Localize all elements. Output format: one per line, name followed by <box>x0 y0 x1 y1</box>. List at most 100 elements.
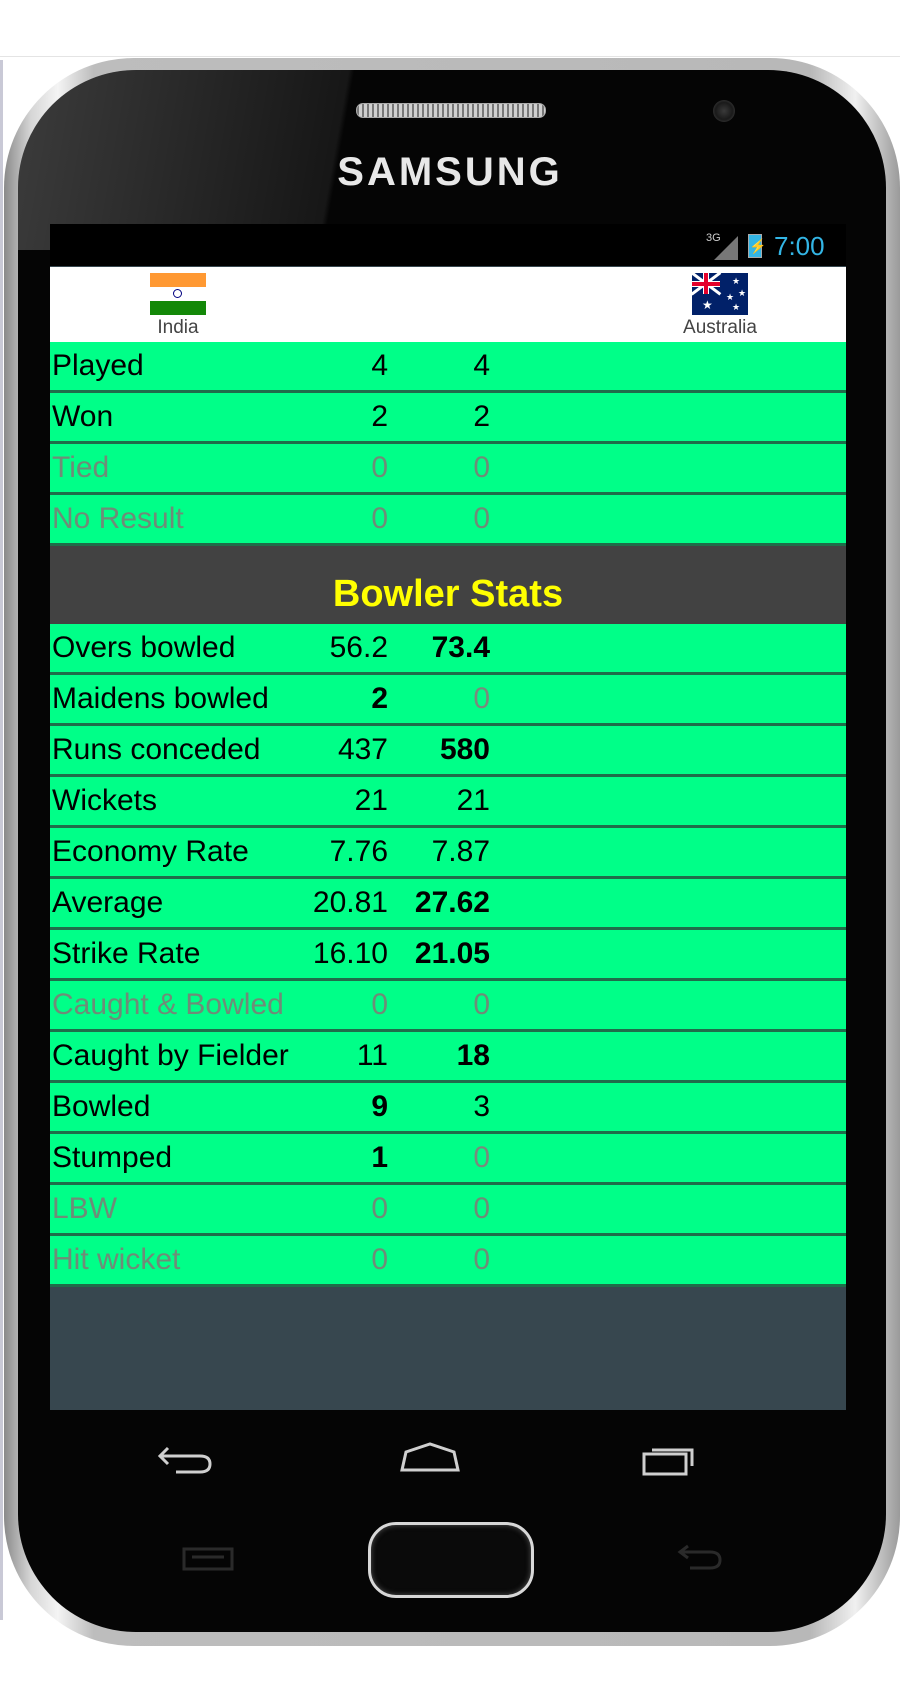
team1-value: 11 <box>356 1039 388 1072</box>
stat-label: Tied <box>52 451 110 484</box>
team1-value: 2 <box>371 400 388 433</box>
signal-strength-icon <box>714 236 738 260</box>
stat-label: Caught & Bowled <box>52 988 284 1021</box>
stat-row-bowled: Bowled 9 3 <box>50 1083 846 1134</box>
team1-value: 2 <box>371 682 388 715</box>
team1-value: 0 <box>371 1243 388 1276</box>
stat-row-hit-wicket: Hit wicket 0 0 <box>50 1236 846 1287</box>
hardware-back-key[interactable] <box>676 1538 726 1574</box>
team2-value: 0 <box>473 988 490 1021</box>
earpiece-speaker <box>356 103 546 118</box>
team2-value: 0 <box>473 1192 490 1225</box>
stat-row-average: Average 20.81 27.62 <box>50 879 846 930</box>
stat-label: Average <box>52 886 164 919</box>
team1-value: 437 <box>337 733 388 766</box>
stat-label: Bowled <box>52 1090 151 1123</box>
team1-value: 1 <box>371 1141 388 1174</box>
team1-value: 16.10 <box>312 937 388 970</box>
team1-value: 21 <box>354 784 388 817</box>
stat-row-maidens-bowled: Maidens bowled 2 0 <box>50 675 846 726</box>
team2-value: 2 <box>473 400 490 433</box>
team2-tab[interactable]: ★ ★ ★ ★ ★ Australia <box>670 273 770 339</box>
stat-label: Runs conceded <box>52 733 261 766</box>
stat-label: Strike Rate <box>52 937 201 970</box>
team2-value: 73.4 <box>431 631 490 664</box>
team2-value: 580 <box>439 733 490 766</box>
status-clock: 7:00 <box>774 231 825 261</box>
status-bar: 3G ⚡ 7:00 <box>50 224 846 266</box>
team2-value: 0 <box>473 502 490 535</box>
stat-row-lbw: LBW 0 0 <box>50 1185 846 1236</box>
stat-row-tied: Tied 0 0 <box>50 444 846 495</box>
home-button[interactable] <box>390 1432 470 1488</box>
team-header: India ★ ★ ★ ★ ★ Australia <box>50 267 846 342</box>
stat-row-stumped: Stumped 1 0 <box>50 1134 846 1185</box>
stat-row-strike-rate: Strike Rate 16.10 21.05 <box>50 930 846 981</box>
menu-icon <box>182 1547 234 1571</box>
stat-row-played: Played 4 4 <box>50 342 846 393</box>
stat-label: Wickets <box>52 784 157 817</box>
back-button[interactable] <box>148 1432 228 1488</box>
stat-row-overs-bowled: Overs bowled 56.2 73.4 <box>50 624 846 675</box>
stat-label: Played <box>52 349 144 382</box>
back-icon <box>157 1446 212 1474</box>
signal-icon: 3G <box>706 232 742 260</box>
background-strip <box>0 60 3 1620</box>
australia-flag-icon: ★ ★ ★ ★ ★ <box>692 273 748 315</box>
stat-row-runs-conceded: Runs conceded 437 580 <box>50 726 846 777</box>
stat-label: Caught by Fielder <box>52 1039 289 1072</box>
device-brand: SAMSUNG <box>337 150 563 194</box>
navigation-bar <box>18 1410 882 1510</box>
stat-label: Maidens bowled <box>52 682 269 715</box>
team1-value: 0 <box>371 988 388 1021</box>
team2-value: 27.62 <box>414 886 490 919</box>
page-top-border <box>0 56 900 57</box>
stat-row-won: Won 2 2 <box>50 393 846 444</box>
recents-button[interactable] <box>630 1432 710 1488</box>
india-flag-icon <box>150 273 206 315</box>
stat-label: LBW <box>52 1192 118 1225</box>
app-screen: 3G ⚡ 7:00 India ★ ★ ★ ★ ★ Australia Play… <box>50 224 846 1410</box>
stat-label: Won <box>52 400 114 433</box>
team1-value: 7.76 <box>329 835 388 868</box>
team1-value: 56.2 <box>329 631 388 664</box>
team2-value: 7.87 <box>431 835 490 868</box>
team1-value: 0 <box>371 1192 388 1225</box>
stat-label: Economy Rate <box>52 835 249 868</box>
stat-label: Hit wicket <box>52 1243 181 1276</box>
section-title: Bowler Stats <box>332 573 564 615</box>
hardware-menu-key[interactable] <box>180 1545 236 1573</box>
stat-label: Stumped <box>52 1141 173 1174</box>
team1-value: 0 <box>371 451 388 484</box>
front-camera-icon <box>713 100 735 122</box>
charging-bolt-icon: ⚡ <box>749 238 767 254</box>
team1-value: 4 <box>371 349 388 382</box>
stat-row-caught-by-fielder: Caught by Fielder 11 18 <box>50 1032 846 1083</box>
stat-row-caught-and-bowled: Caught & Bowled 0 0 <box>50 981 846 1032</box>
team1-value: 0 <box>371 502 388 535</box>
team2-value: 3 <box>473 1090 490 1123</box>
stat-label: No Result <box>52 502 184 535</box>
stats-list[interactable]: Played 4 4 Won 2 2 Tied 0 0 No Result 0 … <box>50 342 846 1287</box>
team2-value: 21 <box>456 784 490 817</box>
back-icon <box>677 1544 722 1570</box>
team2-value: 21.05 <box>414 937 490 970</box>
stat-row-no-result: No Result 0 0 <box>50 495 846 546</box>
team2-value: 0 <box>473 1141 490 1174</box>
team2-value: 4 <box>473 349 490 382</box>
home-icon <box>400 1442 460 1472</box>
team1-tab[interactable]: India <box>130 273 226 339</box>
hardware-home-key[interactable] <box>368 1522 534 1598</box>
team1-name: India <box>157 317 199 338</box>
team1-value: 20.81 <box>312 886 388 919</box>
team1-value: 9 <box>371 1090 388 1123</box>
team2-value: 18 <box>456 1039 490 1072</box>
team2-value: 0 <box>473 451 490 484</box>
team2-value: 0 <box>473 1243 490 1276</box>
stat-row-wickets: Wickets 21 21 <box>50 777 846 828</box>
ashoka-chakra-icon <box>173 289 182 298</box>
stat-label: Overs bowled <box>52 631 236 664</box>
bowler-stats-section-header: Bowler Stats <box>50 546 846 624</box>
battery-icon: ⚡ <box>748 234 767 258</box>
recents-icon <box>642 1448 694 1476</box>
